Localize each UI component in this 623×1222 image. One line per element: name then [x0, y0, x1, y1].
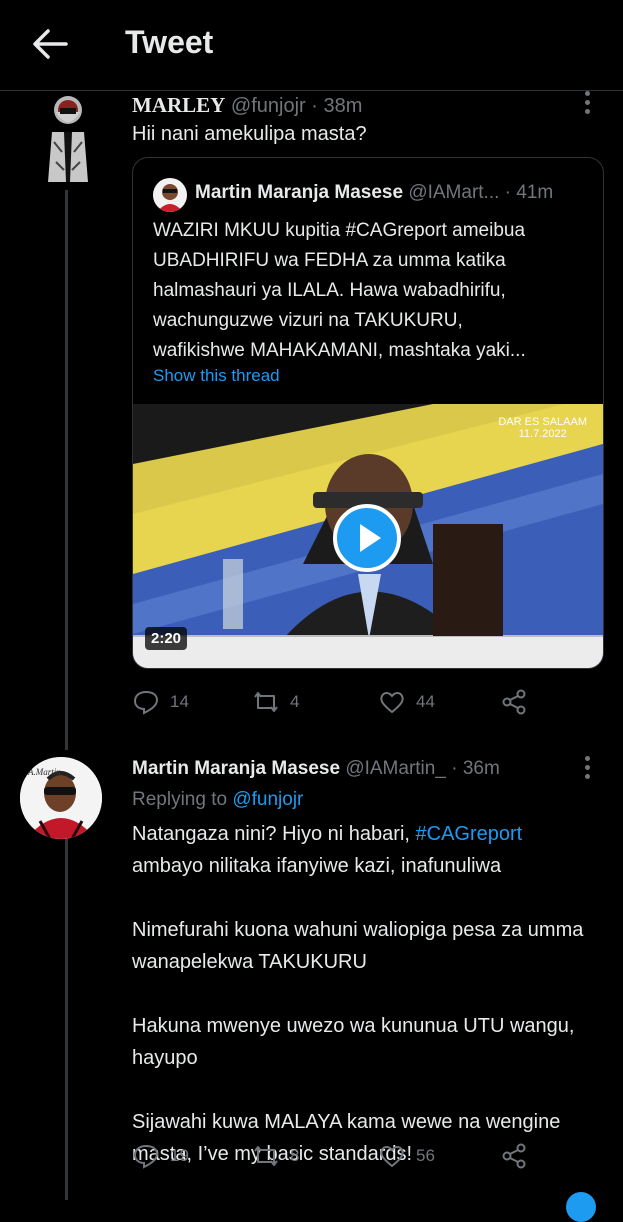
replying-to-handle[interactable]: @funjojr: [232, 789, 303, 810]
text-line: ambayo nilitaka ifanyiwe kazi, inafunuli…: [132, 855, 502, 877]
timestamp[interactable]: 38m: [323, 95, 362, 117]
reply-icon: [133, 1144, 159, 1169]
more-options-icon[interactable]: [585, 91, 591, 118]
more-options-icon[interactable]: [585, 756, 591, 783]
display-name: Martin Maranja Masese: [195, 182, 404, 203]
video-location: DAR ES SALAAM: [498, 416, 587, 428]
video-player[interactable]: DAR ES SALAAM 11.7.2022 2:20: [133, 404, 603, 668]
reply-count: 14: [170, 692, 189, 711]
reply-button[interactable]: 19: [132, 1142, 189, 1170]
display-name[interactable]: Martin Maranja Masese: [132, 758, 340, 779]
retweet-icon: [254, 1146, 278, 1166]
play-button[interactable]: [333, 504, 401, 572]
avatar: [153, 178, 187, 212]
replying-to: Replying to @funjojr: [132, 789, 303, 811]
reply-count: 19: [170, 1146, 189, 1165]
retweet-count: 8: [290, 1146, 300, 1165]
quoted-tweet-text: WAZIRI MKUU kupitia #CAGreport ameibua U…: [153, 216, 593, 366]
like-button[interactable]: 44: [378, 688, 435, 716]
video-caption: DAR ES SALAAM 11.7.2022: [498, 416, 587, 440]
display-name[interactable]: MARLEY: [132, 93, 225, 117]
top-bar: Tweet: [0, 0, 623, 90]
handle: @IAMart...: [408, 182, 500, 203]
replying-to-label: Replying to: [132, 789, 228, 810]
retweet-icon: [254, 692, 278, 712]
handle[interactable]: @funjojr: [231, 95, 306, 117]
compose-fab[interactable]: [566, 1192, 596, 1222]
time-separator: ·: [311, 95, 318, 117]
handle[interactable]: @IAMartin_: [345, 758, 446, 779]
reply-icon: [133, 690, 159, 715]
share-button[interactable]: [500, 688, 528, 716]
time-separator: ·: [504, 182, 511, 203]
share-icon: [502, 689, 526, 715]
tweet-actions: 19 8 56: [132, 1142, 532, 1172]
tweet-author-row: Martin Maranja Masese @IAMartin_ · 36m: [132, 758, 500, 780]
quoted-text-line: wachunguzwe vizuri na TAKUKURU,: [153, 310, 463, 331]
heart-icon: [380, 1146, 404, 1168]
tweet-actions: 14 4 44: [132, 688, 532, 718]
avatar-signature: A.Martin: [28, 767, 61, 777]
thread-connector-line: [65, 190, 68, 750]
text-line: hayupo: [132, 1047, 198, 1069]
quoted-text-line: halmashauri ya ILALA. Hawa wabadhirifu,: [153, 280, 506, 301]
video-date: 11.7.2022: [518, 428, 567, 440]
time-separator: ·: [451, 758, 458, 779]
back-arrow-icon[interactable]: [30, 26, 70, 62]
page-title: Tweet: [125, 24, 214, 60]
avatar-image: [42, 92, 94, 184]
timestamp: 41m: [516, 182, 554, 203]
timestamp[interactable]: 36m: [463, 758, 500, 779]
share-button[interactable]: [500, 1142, 528, 1170]
text-line: Hakuna mwenye uwezo wa kununua UTU wangu…: [132, 1015, 575, 1037]
text-line: Natangaza nini? Hiyo ni habari,: [132, 823, 410, 845]
like-count: 44: [416, 692, 435, 711]
tweet-text: Natangaza nini? Hiyo ni habari, #CAGrepo…: [132, 818, 602, 1170]
play-icon: [360, 524, 381, 552]
tweet-text: Hii nani amekulipa masta?: [132, 123, 367, 145]
header-divider: [0, 90, 623, 91]
retweet-button[interactable]: 8: [252, 1142, 299, 1170]
heart-icon: [380, 692, 404, 714]
retweet-count: 4: [290, 692, 300, 711]
avatar-image: [153, 178, 187, 212]
quoted-text-line: wafikishwe MAHAKAMANI, mashtaka yaki...: [153, 340, 526, 361]
hashtag-link[interactable]: #CAGreport: [416, 823, 523, 845]
text-line: wanapelekwa TAKUKURU: [132, 951, 367, 973]
tweet-author-row: MARLEY @funjojr · 38m: [132, 93, 362, 118]
avatar[interactable]: [42, 92, 94, 184]
show-thread-link[interactable]: Show this thread: [153, 366, 280, 386]
quoted-author-row: Martin Maranja Masese @IAMart... · 41m: [195, 182, 553, 204]
avatar[interactable]: A.Martin: [20, 757, 102, 839]
reply-button[interactable]: 14: [132, 688, 189, 716]
share-icon: [502, 1143, 526, 1169]
quoted-text-line: UBADHIRIFU wa FEDHA za umma katika: [153, 250, 506, 271]
quoted-tweet-card[interactable]: Martin Maranja Masese @IAMart... · 41m W…: [132, 157, 604, 669]
like-button[interactable]: 56: [378, 1142, 435, 1170]
like-count: 56: [416, 1146, 435, 1165]
retweet-button[interactable]: 4: [252, 688, 299, 716]
text-line: Nimefurahi kuona wahuni waliopiga pesa z…: [132, 919, 584, 941]
quoted-text-line: WAZIRI MKUU kupitia #CAGreport ameibua: [153, 220, 526, 241]
text-line: Sijawahi kuwa MALAYA kama wewe na wengin…: [132, 1111, 561, 1133]
thread-connector-line: [65, 830, 68, 1200]
video-duration: 2:20: [145, 627, 188, 650]
